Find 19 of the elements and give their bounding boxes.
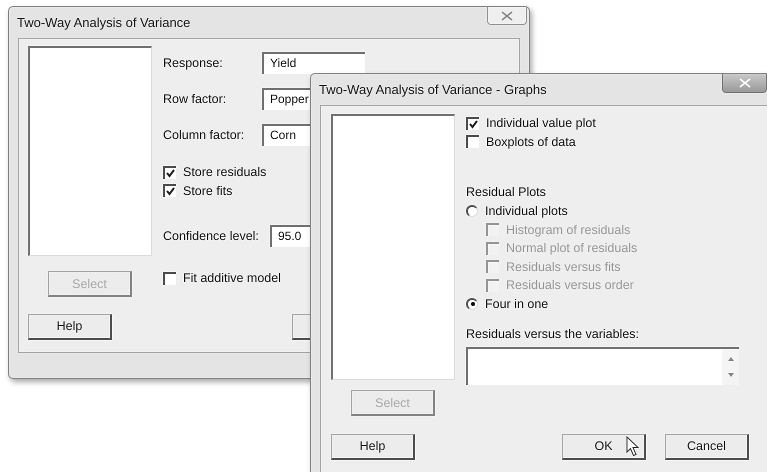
checkbox-label: Histogram of residuals (506, 222, 630, 237)
radio-label: Individual plots (485, 204, 568, 218)
checkbox-label: Individual value plot (486, 116, 596, 130)
checkbox-label: Store fits (183, 184, 232, 198)
checkbox-label: Normal plot of residuals (506, 241, 638, 256)
section-label: Residual Plots (466, 185, 547, 201)
window-title: Two-Way Analysis of Variance - Graphs (319, 82, 547, 97)
window-title: Two-Way Analysis of Variance (17, 15, 190, 30)
checkbox-label: Boxplots of data (486, 134, 576, 149)
checkbox-label: Residuals versus order (506, 278, 634, 292)
field-label: Confidence level: (163, 229, 260, 243)
field-label: Column factor: (163, 128, 246, 142)
checkbox-label: Fit additive model (183, 271, 281, 286)
field-label: Row factor: (163, 92, 228, 106)
checkbox-label: Residuals versus fits (506, 260, 621, 274)
checkbox-label: Store residuals (183, 165, 266, 180)
field-label: Response: (163, 56, 224, 70)
field-label: Residuals versus the variables: (466, 327, 640, 343)
radio-label: Four in one (485, 296, 548, 311)
